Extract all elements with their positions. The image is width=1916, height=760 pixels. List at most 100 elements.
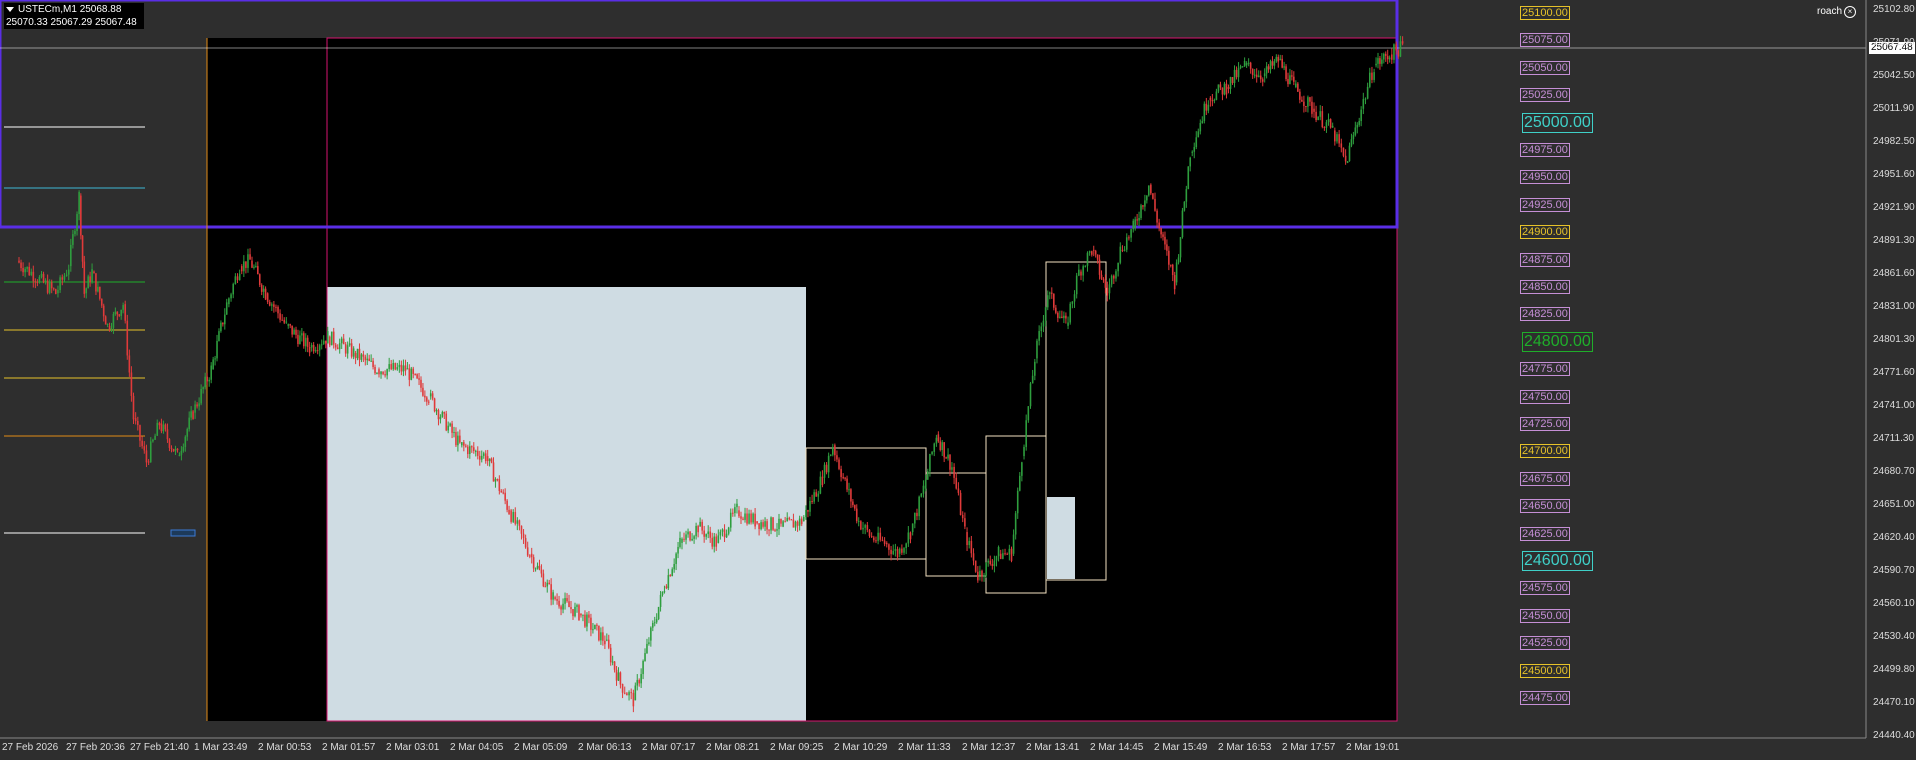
candle-body [295, 329, 297, 335]
candle-body [102, 305, 105, 317]
candle-body [1287, 79, 1289, 85]
candle-body [1057, 312, 1059, 318]
candle-body [394, 363, 397, 370]
candle-body [748, 513, 750, 524]
candle-body [1168, 250, 1170, 265]
time-axis-tick: 2 Mar 07:17 [642, 742, 696, 753]
candle-body [1342, 147, 1345, 156]
time-axis-tick: 27 Feb 2026 [2, 742, 59, 753]
candle-body [896, 548, 899, 558]
candle-body [697, 525, 699, 533]
candle-body [827, 455, 830, 473]
candle-body [1179, 237, 1182, 258]
price-axis-tick: 24590.70 [1873, 565, 1915, 576]
candle-body [1031, 375, 1034, 384]
candle-body [225, 302, 228, 315]
candle-body [598, 625, 600, 641]
candle-body [172, 449, 175, 452]
candle-body [873, 537, 875, 541]
candle-body [596, 624, 598, 626]
candle-body [108, 325, 111, 330]
price-axis-tick: 25071.90 [1873, 37, 1915, 48]
candle-body [50, 282, 53, 289]
price-level-tag: 24600.00 [1522, 551, 1593, 571]
candle-body [453, 432, 455, 434]
candle-body [1125, 237, 1128, 250]
candle-body [472, 447, 475, 451]
candle-body [1307, 97, 1309, 107]
symbol-low: 25067.29 [50, 17, 93, 28]
candle-body [61, 277, 64, 280]
candle-body [378, 369, 380, 375]
candle-body [1241, 66, 1244, 68]
price-axis-tick: 24470.10 [1873, 697, 1915, 708]
candle-body [920, 493, 923, 497]
candle-body [508, 509, 510, 515]
candle-body [1082, 266, 1084, 276]
price-chart[interactable] [0, 0, 1916, 760]
candle-body [42, 273, 45, 283]
candle-body [681, 538, 683, 543]
candle-body [388, 364, 390, 370]
candle-body [360, 354, 363, 360]
candle-body [431, 393, 434, 399]
candle-body [1004, 553, 1006, 555]
price-level-tag: 24850.00 [1520, 280, 1570, 294]
candle-body [746, 513, 748, 524]
price-axis-tick: 24741.00 [1873, 400, 1915, 411]
candle-body [502, 492, 505, 494]
candle-body [245, 261, 247, 268]
candle-body [742, 518, 744, 520]
candle-body [782, 521, 784, 527]
candle-body [1173, 275, 1176, 290]
candle-body [1309, 97, 1311, 102]
candle-body [130, 372, 133, 396]
candle-body [122, 305, 124, 310]
candle-body [1100, 274, 1103, 279]
candle-body [732, 512, 734, 514]
candle-body [1175, 262, 1178, 283]
price-level-tag: 24900.00 [1520, 225, 1570, 240]
candle-body [1362, 99, 1365, 109]
price-axis-tick: 24982.50 [1873, 136, 1915, 147]
candle-body [99, 286, 101, 299]
candle-body [1181, 210, 1184, 238]
candle-body [914, 512, 916, 524]
candle-body [691, 538, 693, 541]
candle-body [1313, 108, 1315, 112]
candle-body [470, 446, 473, 448]
time-axis-tick: 2 Mar 01:57 [322, 742, 376, 753]
candle-body [772, 517, 774, 530]
candle-body [623, 692, 626, 694]
candle-body [447, 425, 449, 431]
price-level-tag: 24500.00 [1520, 663, 1570, 678]
candle-body [805, 509, 807, 518]
candle-body [198, 403, 200, 407]
candle-body [145, 450, 148, 463]
candle-body [1150, 184, 1152, 194]
candle-body [1094, 250, 1097, 255]
candle-body [626, 693, 628, 696]
candle-body [1059, 316, 1061, 318]
user-label[interactable]: roach × [1817, 6, 1856, 18]
candle-body [1348, 145, 1351, 162]
candle-body [223, 314, 226, 325]
close-icon[interactable]: × [1844, 6, 1856, 18]
candle-body [340, 338, 343, 344]
price-axis-tick: 25011.90 [1873, 103, 1914, 114]
candle-body [776, 529, 778, 531]
candle-body [1117, 262, 1119, 272]
candle-body [104, 316, 107, 325]
candle-body [606, 639, 608, 641]
candle-body [38, 276, 41, 283]
dropdown-triangle-icon[interactable] [6, 6, 14, 12]
candle-body [1295, 83, 1297, 88]
time-axis-tick: 2 Mar 00:53 [258, 742, 312, 753]
candle-body [1225, 83, 1228, 95]
candle-body [243, 261, 245, 272]
candle-body [717, 535, 720, 543]
candle-body [376, 373, 378, 375]
candle-body [18, 260, 20, 263]
candle-body [510, 510, 512, 522]
candle-body [1040, 326, 1043, 332]
